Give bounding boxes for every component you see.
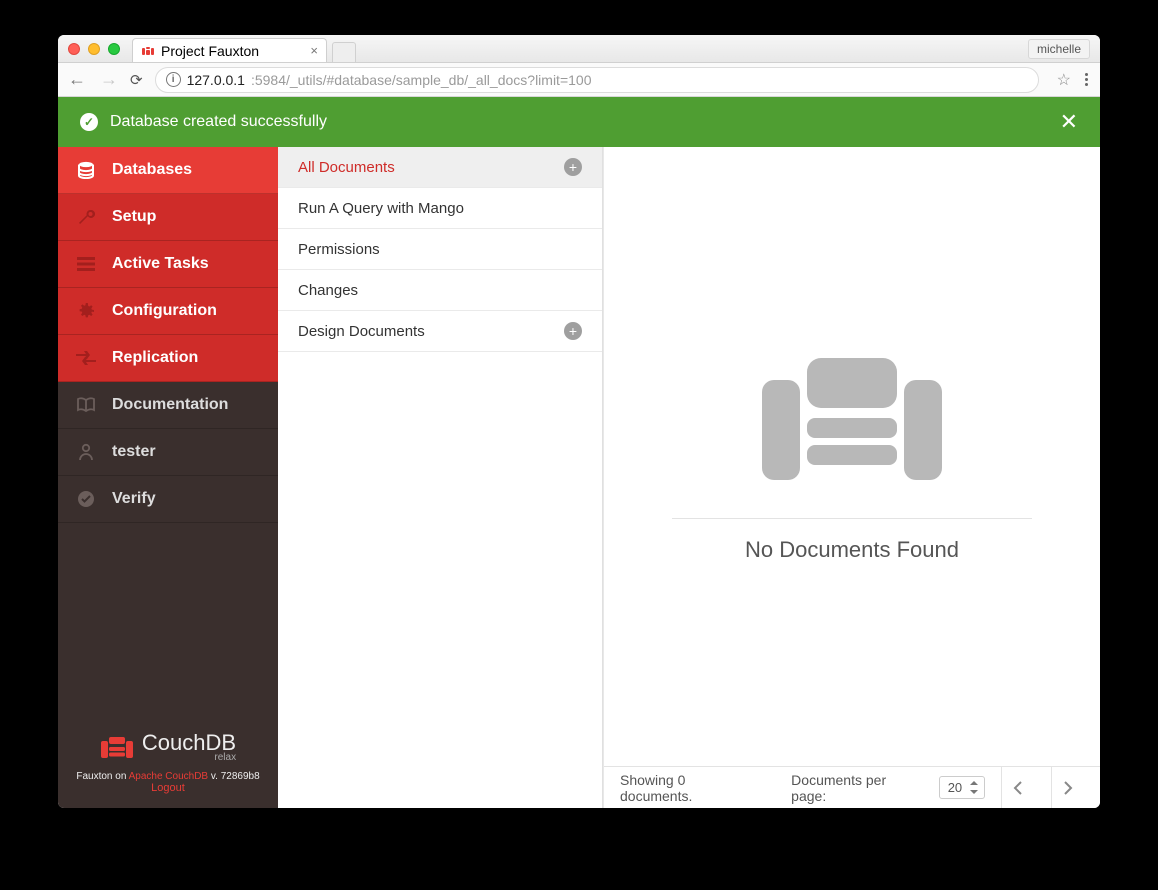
app-body: Databases Setup Active Tasks Configurati… [58, 147, 1100, 808]
bookmark-icon[interactable]: ☆ [1057, 70, 1071, 90]
subnav-label: All Documents [298, 159, 395, 176]
wrench-icon [76, 208, 96, 226]
sidebar-item-label: Active Tasks [112, 255, 209, 273]
sidebar-item-verify[interactable]: Verify [58, 476, 278, 523]
sidebar-item-documentation[interactable]: Documentation [58, 382, 278, 429]
browser-tab[interactable]: Project Fauxton × [132, 38, 327, 62]
url-host: 127.0.0.1 [187, 72, 245, 88]
pagination-bar: Showing 0 documents. Documents per page:… [604, 766, 1100, 808]
url-path: :5984/_utils/#database/sample_db/_all_do… [251, 72, 592, 88]
sidebar-item-label: tester [112, 443, 156, 461]
maximize-window-icon[interactable] [108, 43, 120, 55]
replication-icon [76, 351, 96, 365]
empty-title: No Documents Found [745, 537, 959, 563]
secondary-sidebar: All Documents + Run A Query with Mango P… [278, 147, 603, 808]
sidebar-item-databases[interactable]: Databases [58, 147, 278, 194]
couch-logo-icon [100, 735, 134, 761]
gear-icon [76, 302, 96, 320]
success-check-icon: ✓ [80, 113, 98, 131]
chevron-right-icon [1063, 781, 1073, 795]
empty-state: No Documents Found [604, 147, 1100, 766]
sidebar-item-configuration[interactable]: Configuration [58, 288, 278, 335]
subnav-changes[interactable]: Changes [278, 270, 602, 311]
tasks-icon [76, 257, 96, 271]
minimize-window-icon[interactable] [88, 43, 100, 55]
sidebar-item-label: Replication [112, 349, 198, 367]
window-titlebar: Project Fauxton × michelle [58, 35, 1100, 63]
version-number: v. 72869b8 [208, 771, 260, 782]
sidebar-item-label: Documentation [112, 396, 228, 414]
sidebar-item-label: Configuration [112, 302, 217, 320]
couchdb-logo: CouchDB relax [68, 732, 268, 763]
sidebar-footer: CouchDB relax Fauxton on Apache CouchDB … [58, 718, 278, 808]
browser-window: Project Fauxton × michelle ← → ⟳ i 127.0… [58, 35, 1100, 808]
nav-arrows: ← → [68, 69, 118, 90]
main-panel: No Documents Found Showing 0 documents. … [603, 147, 1100, 808]
showing-text: Showing 0 documents. [620, 772, 759, 804]
favicon-icon [141, 44, 155, 58]
version-line: Fauxton on Apache CouchDB v. 72869b8 [68, 771, 268, 782]
new-tab-button[interactable] [332, 42, 356, 62]
apache-link[interactable]: Apache CouchDB [129, 771, 209, 782]
book-icon [76, 397, 96, 413]
sidebar-item-label: Databases [112, 161, 192, 179]
divider [672, 518, 1032, 519]
notification-close-icon[interactable]: ✕ [1060, 109, 1078, 135]
sidebar-item-setup[interactable]: Setup [58, 194, 278, 241]
sidebar-item-active-tasks[interactable]: Active Tasks [58, 241, 278, 288]
subnav-mango-query[interactable]: Run A Query with Mango [278, 188, 602, 229]
user-icon [76, 443, 96, 461]
database-icon [76, 161, 96, 179]
address-bar[interactable]: i 127.0.0.1 :5984/_utils/#database/sample… [155, 67, 1039, 93]
notification-text: Database created successfully [110, 113, 327, 131]
subnav-label: Run A Query with Mango [298, 200, 464, 217]
brand-name: CouchDB [142, 732, 236, 754]
back-button[interactable]: ← [68, 69, 86, 90]
browser-toolbar: ← → ⟳ i 127.0.0.1 :5984/_utils/#database/… [58, 63, 1100, 97]
subnav-all-documents[interactable]: All Documents + [278, 147, 602, 188]
verify-check-icon [76, 490, 96, 508]
sidebar-item-label: Setup [112, 208, 156, 226]
tab-strip: Project Fauxton × [132, 35, 1090, 62]
subnav-label: Permissions [298, 241, 380, 258]
primary-sidebar: Databases Setup Active Tasks Configurati… [58, 147, 278, 808]
sidebar-item-user[interactable]: tester [58, 429, 278, 476]
tab-close-icon[interactable]: × [310, 43, 318, 58]
subnav-permissions[interactable]: Permissions [278, 229, 602, 270]
subnav-label: Design Documents [298, 323, 425, 340]
browser-menu-icon[interactable] [1083, 73, 1090, 86]
window-controls [68, 43, 120, 55]
site-info-icon[interactable]: i [166, 72, 181, 87]
profile-badge[interactable]: michelle [1028, 39, 1090, 59]
per-page-select[interactable]: 20 [939, 776, 985, 799]
per-page-label: Documents per page: [791, 772, 923, 804]
subnav-label: Changes [298, 282, 358, 299]
logout-link[interactable]: Logout [151, 782, 185, 794]
subnav-design-documents[interactable]: Design Documents + [278, 311, 602, 352]
couch-empty-icon [752, 350, 952, 500]
close-window-icon[interactable] [68, 43, 80, 55]
add-document-icon[interactable]: + [564, 158, 582, 176]
notification-banner: ✓ Database created successfully ✕ [58, 97, 1100, 147]
sidebar-item-label: Verify [112, 490, 156, 508]
add-design-doc-icon[interactable]: + [564, 322, 582, 340]
chevron-left-icon [1013, 781, 1023, 795]
forward-button: → [100, 69, 118, 90]
version-prefix: Fauxton on [76, 771, 128, 782]
next-page-button[interactable] [1051, 767, 1084, 809]
prev-page-button[interactable] [1001, 767, 1034, 809]
tab-title: Project Fauxton [161, 43, 259, 59]
reload-button[interactable]: ⟳ [130, 71, 143, 89]
sidebar-item-replication[interactable]: Replication [58, 335, 278, 382]
